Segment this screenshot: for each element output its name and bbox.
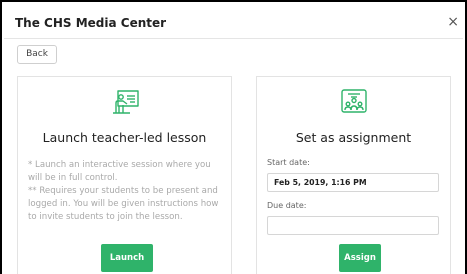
close-icon[interactable]: × — [447, 15, 459, 29]
teacher-led-description: * Launch an interactive session where yo… — [28, 159, 221, 224]
divider — [4, 38, 463, 39]
due-date-label: Due date: — [267, 201, 307, 210]
dialog-title: The CHS Media Center — [15, 16, 167, 30]
assignment-panel: Set as assignment Start date: Feb 5, 201… — [256, 76, 451, 274]
description-line: ** Requires your students to be present … — [28, 186, 219, 222]
assign-button[interactable]: Assign — [339, 244, 381, 272]
start-date-field[interactable]: Feb 5, 2019, 1:16 PM — [267, 173, 439, 192]
teacher-led-title: Launch teacher-led lesson — [42, 130, 207, 145]
classroom-icon — [340, 89, 367, 113]
start-date-label: Start date: — [267, 158, 310, 167]
description-line: * Launch an interactive session where yo… — [28, 160, 211, 183]
due-date-field[interactable] — [267, 216, 439, 235]
back-button[interactable]: Back — [17, 45, 57, 64]
launch-button[interactable]: Launch — [101, 244, 153, 272]
teacher-led-panel: Launch teacher-led lesson * Launch an in… — [17, 76, 232, 274]
dialog: The CHS Media Center × Back Launch teach… — [0, 0, 467, 274]
assignment-title: Set as assignment — [295, 130, 412, 145]
presenter-board-icon — [112, 90, 139, 114]
